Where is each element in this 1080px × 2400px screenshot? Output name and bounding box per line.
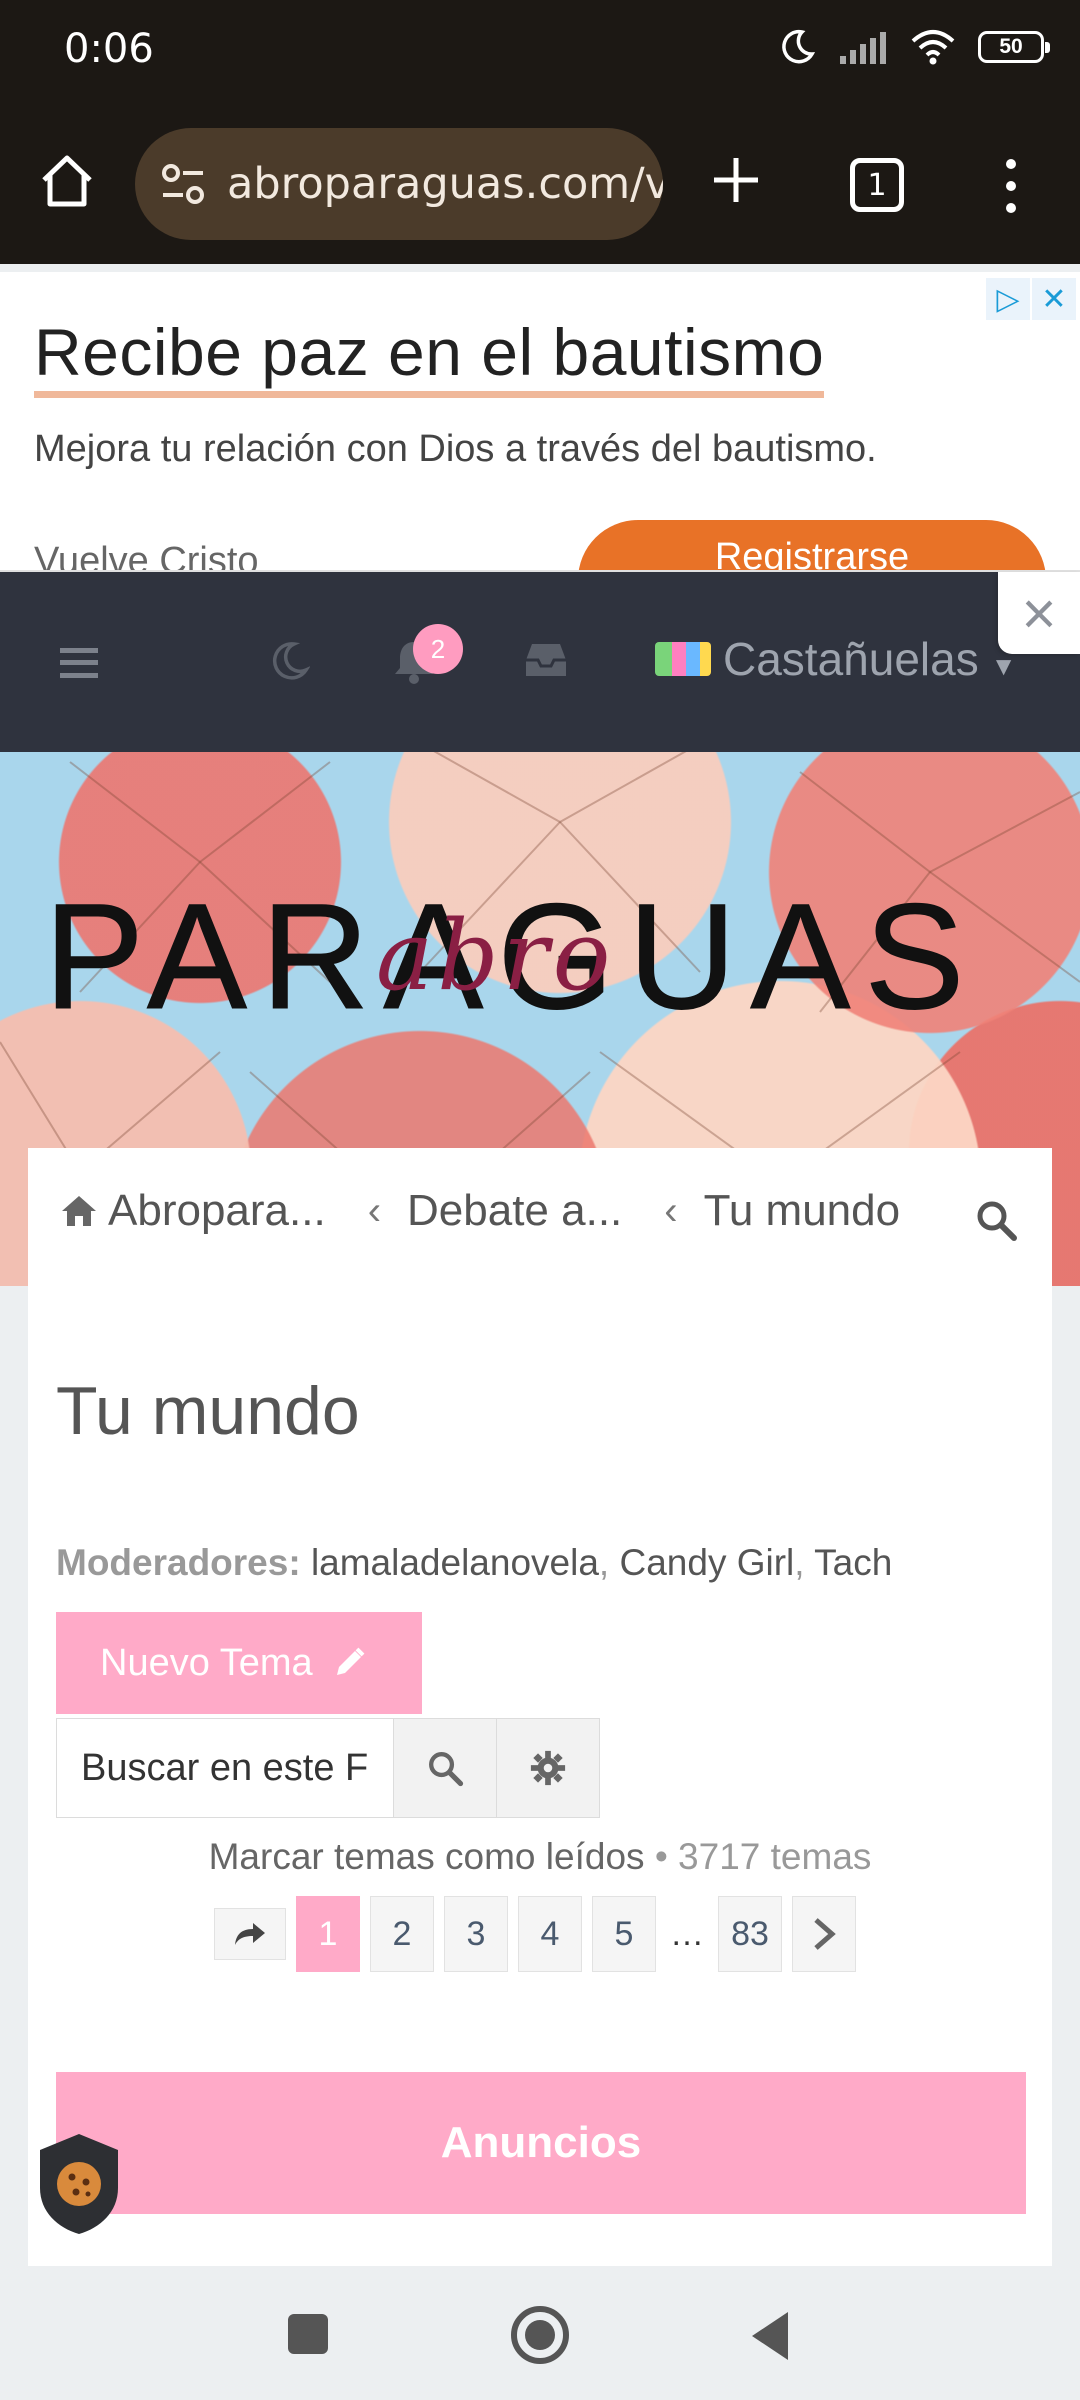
home-button[interactable]	[511, 2306, 569, 2364]
announcements-header[interactable]: Anuncios	[56, 2072, 1026, 2214]
breadcrumb-item-debate[interactable]: Debate a...	[407, 1186, 622, 1236]
search-icon[interactable]	[974, 1198, 1018, 1242]
forum-search-button[interactable]	[393, 1719, 496, 1817]
ad-headline[interactable]: Recibe paz en el bautismo	[34, 317, 825, 399]
dark-mode-icon[interactable]	[268, 640, 310, 682]
site-settings-icon[interactable]	[157, 158, 209, 210]
status-icons: 50	[778, 28, 1050, 66]
ad-body: Mejora tu relación con Dios a través del…	[34, 428, 877, 470]
address-bar[interactable]: abroparaguas.com/v	[135, 128, 663, 240]
notification-badge: 2	[413, 624, 463, 674]
user-menu[interactable]: Castañuelas ▼	[655, 632, 1016, 686]
do-not-disturb-icon	[782, 29, 816, 64]
home-icon	[62, 1196, 96, 1226]
back-button[interactable]	[752, 2312, 788, 2360]
forum-search	[56, 1718, 600, 1818]
ad-banner[interactable]: Recibe paz en el bautismo Mejora tu rela…	[0, 272, 1080, 572]
pencil-icon	[336, 1647, 365, 1675]
battery-icon: 50	[978, 31, 1050, 63]
avatar	[655, 642, 711, 676]
ad-close-icon[interactable]: ✕	[1032, 278, 1076, 320]
adchoices-icon[interactable]: ▷	[986, 278, 1030, 320]
pagination-ellipsis: …	[670, 1914, 704, 1953]
page-button[interactable]: 4	[518, 1896, 582, 1972]
share-arrow-icon	[235, 1923, 265, 1945]
breadcrumb-item-home[interactable]: Abropara...	[108, 1186, 326, 1236]
close-icon[interactable]: ×	[998, 572, 1080, 654]
forum-search-input[interactable]	[57, 1719, 393, 1817]
mark-topics-read-link[interactable]: Marcar temas como leídos	[209, 1836, 645, 1877]
tab-switcher-button[interactable]: 1	[850, 158, 904, 212]
home-icon[interactable]	[38, 152, 96, 210]
status-time: 0:06	[64, 26, 154, 72]
moderators-label: Moderadores:	[56, 1542, 301, 1583]
breadcrumb-separator: ‹	[367, 1188, 382, 1233]
breadcrumb-item-current[interactable]: Tu mundo	[704, 1186, 900, 1236]
breadcrumb: Abropara... ‹ Debate a... ‹ Tu mundo	[60, 1186, 900, 1236]
page-button[interactable]: 2	[370, 1896, 434, 1972]
moderator-link[interactable]: Tach	[814, 1542, 892, 1583]
next-page-button[interactable]	[792, 1896, 856, 1972]
new-topic-button[interactable]: Nuevo Tema	[56, 1612, 422, 1714]
jump-to-page-button[interactable]	[214, 1908, 286, 1960]
url-text: abroparaguas.com/v	[227, 159, 663, 209]
wifi-icon	[911, 30, 955, 65]
advanced-search-button[interactable]	[496, 1719, 599, 1817]
system-navigation-bar	[0, 2268, 1080, 2400]
status-bar: 0:06 50	[0, 0, 1080, 110]
search-icon	[429, 1752, 464, 1787]
browser-toolbar: abroparaguas.com/v 1	[0, 110, 1080, 264]
logo-script: abro	[376, 900, 615, 1012]
page-button[interactable]: 3	[444, 1896, 508, 1972]
breadcrumb-separator: ‹	[664, 1188, 678, 1233]
page-button[interactable]: 1	[296, 1896, 360, 1972]
recent-apps-button[interactable]	[288, 2314, 328, 2354]
topics-count: 3717 temas	[678, 1836, 872, 1877]
ad-cta-button[interactable]: Registrarse	[578, 520, 1046, 570]
pagination: 1 2 3 4 5 … 83	[214, 1896, 856, 1972]
mark-read-line: Marcar temas como leídos • 3717 temas	[208, 1836, 872, 1877]
signal-icon	[840, 32, 886, 64]
inbox-icon[interactable]	[524, 642, 568, 678]
moderator-link[interactable]: Candy Girl	[619, 1542, 794, 1583]
gear-icon	[530, 1750, 566, 1786]
forum-navbar: 2 Castañuelas ▼	[0, 572, 1080, 752]
chevron-right-icon	[814, 1918, 836, 1950]
hamburger-menu-icon[interactable]	[60, 648, 98, 678]
last-page-button[interactable]: 83	[718, 1896, 782, 1972]
cookie-settings-icon[interactable]	[38, 2132, 120, 2236]
more-menu-icon[interactable]	[996, 156, 1026, 216]
moderator-link[interactable]: lamaladelanovela	[311, 1542, 599, 1583]
page-title: Tu mundo	[56, 1373, 360, 1449]
moderators-line: Moderadores: lamaladelanovela, Candy Gir…	[56, 1542, 893, 1583]
new-tab-icon[interactable]	[708, 152, 764, 208]
chevron-down-icon: ▼	[990, 650, 1017, 681]
username: Castañuelas	[723, 633, 979, 685]
page-button[interactable]: 5	[592, 1896, 656, 1972]
new-topic-label: Nuevo Tema	[100, 1641, 313, 1684]
ad-advertiser: Vuelve Cristo	[34, 540, 259, 572]
ad-choices: ▷ ✕	[986, 278, 1076, 320]
